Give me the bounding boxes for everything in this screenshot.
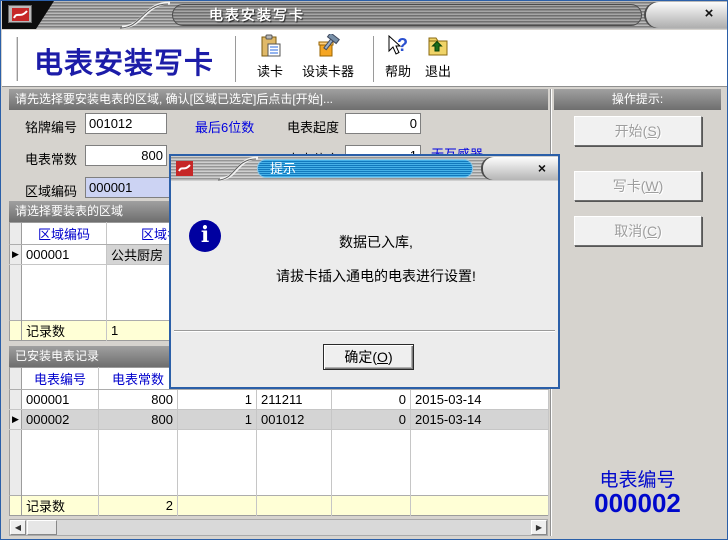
scroll-right-icon[interactable]: ▶ bbox=[531, 520, 547, 535]
dialog-title: 提示 bbox=[257, 159, 473, 178]
app-window: 电表安装写卡 × 电表安装写卡 读卡 bbox=[0, 0, 728, 540]
window-titlebar: 电表安装写卡 × bbox=[2, 1, 728, 29]
cell[interactable]: 800 bbox=[99, 390, 178, 410]
meter-no-value: 000002 bbox=[554, 488, 721, 519]
scroll-left-icon[interactable]: ◀ bbox=[10, 520, 26, 535]
record-count-label: 记录数 bbox=[22, 321, 107, 341]
read-card-button[interactable]: 读卡 bbox=[245, 34, 295, 80]
cell[interactable]: 211211 bbox=[257, 390, 332, 410]
exit-button[interactable]: 退出 bbox=[418, 34, 458, 80]
col-meter-no[interactable]: 电表编号 bbox=[22, 368, 99, 390]
start-reading-label: 电表起度 bbox=[287, 117, 339, 136]
cell[interactable]: 000002 bbox=[22, 410, 99, 430]
start-button[interactable]: 开始(S) bbox=[574, 116, 702, 146]
logo-swoosh-icon bbox=[12, 8, 29, 21]
record-count-label: 记录数 bbox=[22, 496, 99, 516]
cell[interactable]: 001012 bbox=[257, 410, 332, 430]
scrollbar-thumb[interactable] bbox=[27, 520, 57, 535]
cell[interactable]: 2015-03-14 bbox=[411, 390, 549, 410]
meter-table-row-selected[interactable]: ▶ 000002 800 1 001012 0 2015-03-14 bbox=[10, 410, 549, 430]
card-read-icon bbox=[258, 34, 282, 58]
help-label: 帮助 bbox=[385, 61, 411, 80]
constant-label: 电表常数 bbox=[25, 149, 77, 168]
reader-setup-icon bbox=[316, 34, 340, 58]
exit-icon bbox=[426, 34, 450, 58]
toolbar-grabber bbox=[15, 37, 18, 81]
ok-button[interactable]: 确定(O) bbox=[323, 344, 414, 370]
help-button[interactable]: ? 帮助 bbox=[380, 34, 416, 80]
dialog-titlebar-swoosh bbox=[217, 156, 261, 181]
prompt-dialog: 提示 × i 数据已入库, 请拔卡插入通电的电表进行设置! 确定(O) bbox=[169, 154, 560, 389]
col-area-code[interactable]: 区域编码 bbox=[22, 223, 107, 245]
last6-hint: 最后6位数 bbox=[195, 117, 254, 136]
dialog-message-line2: 请拔卡插入通电的电表进行设置! bbox=[211, 266, 541, 286]
toolbar-separator bbox=[373, 36, 375, 82]
row-marker-icon: ▶ bbox=[10, 410, 22, 430]
write-card-button[interactable]: 写卡(W) bbox=[574, 171, 702, 201]
page-title: 电表安装写卡 bbox=[34, 40, 214, 82]
logo-swoosh-icon bbox=[178, 163, 191, 174]
cell[interactable]: 1 bbox=[178, 390, 257, 410]
dialog-close-icon[interactable]: × bbox=[533, 159, 551, 177]
meter-table-filler-row bbox=[10, 430, 549, 496]
row-marker-icon: ▶ bbox=[10, 245, 22, 265]
toolbar-separator bbox=[235, 36, 237, 82]
area-code-cell[interactable]: 000001 bbox=[22, 245, 107, 265]
start-reading-input[interactable] bbox=[345, 113, 421, 134]
cell[interactable]: 0 bbox=[332, 410, 411, 430]
cell[interactable]: 0 bbox=[332, 390, 411, 410]
cancel-button[interactable]: 取消(C) bbox=[574, 216, 702, 246]
cell[interactable]: 1 bbox=[178, 410, 257, 430]
set-reader-button[interactable]: 设读卡器 bbox=[292, 34, 364, 80]
app-logo-icon bbox=[8, 5, 32, 23]
meter-table: 电表编号 电表常数 000001 800 1 211211 0 2015-03-… bbox=[9, 367, 549, 516]
horizontal-scrollbar[interactable]: ◀ ▶ bbox=[9, 519, 548, 536]
instruction-strip: 请先选择要安装电表的区域, 确认[区域已选定]后点击[开始]... bbox=[9, 89, 548, 110]
ops-hint-strip: 操作提示: bbox=[554, 89, 721, 110]
dialog-message-line1: 数据已入库, bbox=[211, 232, 541, 252]
record-count-value: 2 bbox=[99, 496, 178, 516]
window-title: 电表安装写卡 bbox=[172, 4, 642, 26]
close-icon[interactable]: × bbox=[700, 5, 718, 23]
nameplate-label: 铭牌编号 bbox=[25, 117, 77, 136]
read-card-label: 读卡 bbox=[257, 61, 283, 80]
meter-table-footer: 记录数 2 bbox=[10, 496, 549, 516]
constant-input[interactable] bbox=[85, 145, 167, 166]
col-constant[interactable]: 电表常数 bbox=[99, 368, 178, 390]
cell[interactable]: 000001 bbox=[22, 390, 99, 410]
meter-table-row[interactable]: 000001 800 1 211211 0 2015-03-14 bbox=[10, 390, 549, 410]
dialog-separator bbox=[174, 330, 555, 332]
nameplate-input[interactable] bbox=[85, 113, 167, 134]
help-icon: ? bbox=[386, 34, 410, 58]
toolbar: 电表安装写卡 读卡 设读卡器 bbox=[2, 30, 728, 87]
marker-header-cell bbox=[10, 223, 22, 245]
cell[interactable]: 800 bbox=[99, 410, 178, 430]
exit-label: 退出 bbox=[425, 61, 451, 80]
dialog-titlebar: 提示 × bbox=[171, 156, 558, 181]
titlebar-swoosh bbox=[118, 1, 174, 29]
cell[interactable]: 2015-03-14 bbox=[411, 410, 549, 430]
area-code-label: 区域编码 bbox=[25, 181, 77, 200]
set-reader-label: 设读卡器 bbox=[302, 61, 354, 80]
dialog-logo-icon bbox=[176, 161, 193, 176]
